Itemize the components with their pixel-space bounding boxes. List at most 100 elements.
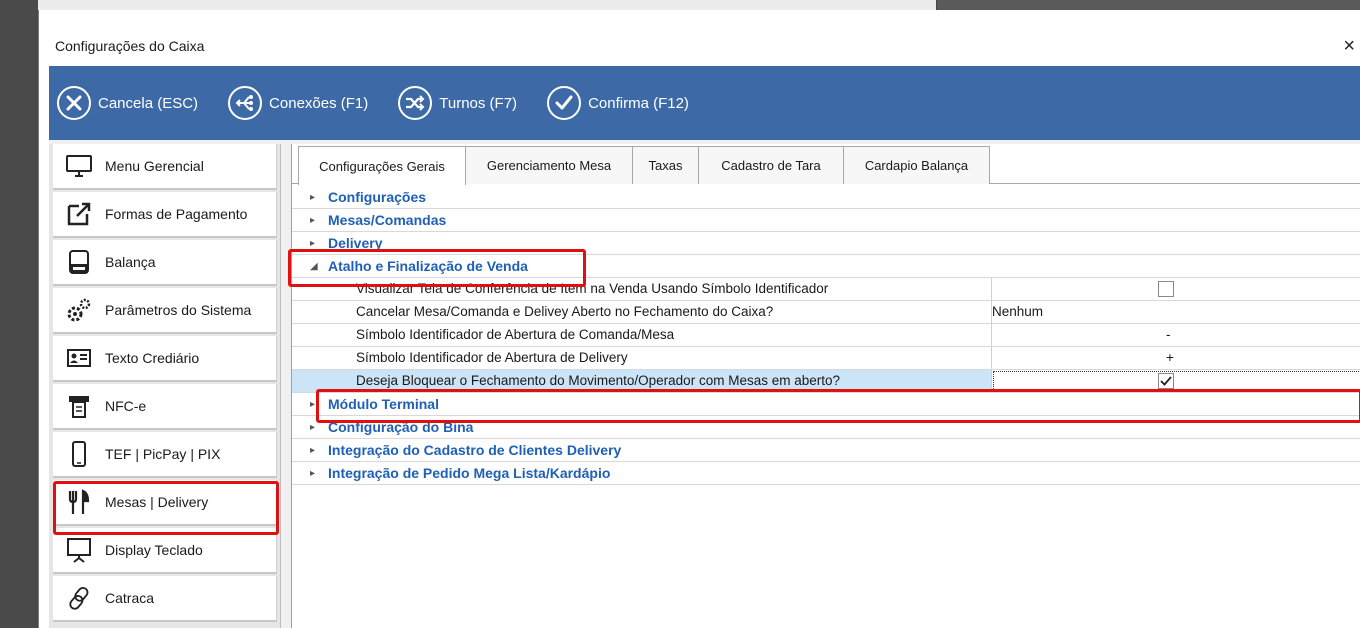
config-dialog: Configurações do Caixa × Cancela (ESC) C… bbox=[38, 10, 1360, 628]
display-icon bbox=[63, 534, 95, 566]
shifts-button[interactable]: Turnos (F7) bbox=[398, 86, 517, 120]
group-atalho-finalizacao[interactable]: ◢ Atalho e Finalização de Venda bbox=[292, 255, 1360, 278]
close-icon bbox=[57, 86, 91, 120]
sidebar-item-label: Menu Gerencial bbox=[105, 158, 204, 174]
cancel-button[interactable]: Cancela (ESC) bbox=[57, 86, 198, 120]
group-mesas-comandas[interactable]: ▸ Mesas/Comandas bbox=[292, 209, 1360, 232]
sidebar-item-menu-gerencial[interactable]: Menu Gerencial bbox=[53, 144, 277, 190]
sidebar-item-label: NFC-e bbox=[105, 398, 147, 414]
background-window bbox=[937, 0, 1360, 10]
monitor-icon bbox=[63, 150, 95, 182]
connections-icon bbox=[228, 86, 263, 120]
property-grid: ▸ Configurações ▸ Mesas/Comandas ▸ Deliv… bbox=[288, 186, 1360, 485]
group-integracao-pedido[interactable]: ▸ Integração de Pedido Mega Lista/Kardáp… bbox=[292, 462, 1360, 485]
external-link-icon bbox=[63, 198, 95, 230]
cancel-label: Cancela (ESC) bbox=[98, 94, 199, 112]
confirm-button[interactable]: Confirma (F12) bbox=[547, 86, 689, 120]
sidebar-item-label: Mesas | Delivery bbox=[105, 494, 209, 510]
gears-icon bbox=[63, 294, 95, 326]
property-name: Visualizar Tela de Conferência de Item n… bbox=[292, 278, 992, 300]
dialog-body: Menu Gerencial Formas de Pagamento Balan… bbox=[49, 140, 1360, 628]
collapsed-arrow-icon: ▸ bbox=[310, 421, 316, 433]
property-value[interactable]: + bbox=[992, 347, 1360, 369]
title-bar: Configurações do Caixa × bbox=[39, 34, 1360, 66]
property-value[interactable]: - bbox=[992, 324, 1360, 346]
group-delivery[interactable]: ▸ Delivery bbox=[292, 232, 1360, 255]
group-label: Configurações bbox=[328, 189, 427, 205]
sidebar-item-label: Parâmetros do Sistema bbox=[105, 302, 252, 318]
group-configuracoes[interactable]: ▸ Configurações bbox=[292, 186, 1360, 209]
property-row-selected[interactable]: Deseja Bloquear o Fechamento do Moviment… bbox=[292, 370, 1360, 393]
group-label: Atalho e Finalização de Venda bbox=[328, 258, 528, 274]
receipt-icon bbox=[63, 390, 95, 422]
checkmark-icon bbox=[547, 86, 582, 120]
connections-label: Conexões (F1) bbox=[269, 94, 369, 112]
group-integracao-clientes[interactable]: ▸ Integração do Cadastro de Clientes Del… bbox=[292, 439, 1360, 462]
group-configuracao-bina[interactable]: ▸ Configuração do Bina bbox=[292, 416, 1360, 439]
tab-bar: Configurações Gerais Gerenciamento Mesa … bbox=[292, 144, 1360, 185]
cutlery-icon bbox=[63, 486, 95, 518]
group-label: Integração de Pedido Mega Lista/Kardápio bbox=[328, 465, 611, 481]
id-card-icon bbox=[63, 342, 95, 374]
sidebar-item-formas-pagamento[interactable]: Formas de Pagamento bbox=[53, 192, 277, 238]
connections-button[interactable]: Conexões (F1) bbox=[228, 86, 368, 120]
group-label: Mesas/Comandas bbox=[328, 212, 447, 228]
property-row[interactable]: Visualizar Tela de Conferência de Item n… bbox=[292, 278, 1360, 301]
tab-configuracoes-gerais[interactable]: Configurações Gerais bbox=[298, 146, 466, 185]
sidebar-item-display-teclado[interactable]: Display Teclado bbox=[53, 528, 277, 574]
property-value[interactable] bbox=[992, 278, 1360, 300]
sidebar-item-label: Display Teclado bbox=[105, 542, 203, 558]
tab-cardapio-balanca[interactable]: Cardapio Balança bbox=[843, 146, 990, 184]
sidebar-item-parametros[interactable]: Parâmetros do Sistema bbox=[53, 288, 277, 334]
toolbar: Cancela (ESC) Conexões (F1) Turnos (F7) … bbox=[49, 66, 1360, 140]
sidebar-item-catraca[interactable]: Catraca bbox=[53, 576, 277, 622]
checkbox-unchecked[interactable] bbox=[1158, 281, 1174, 297]
group-label: Integração do Cadastro de Clientes Deliv… bbox=[328, 442, 622, 458]
property-name: Cancelar Mesa/Comanda e Delivey Aberto n… bbox=[292, 301, 992, 323]
sidebar-item-label: TEF | PicPay | PIX bbox=[105, 446, 221, 462]
sidebar-item-nfce[interactable]: NFC-e bbox=[53, 384, 277, 430]
tab-gerenciamento-mesa[interactable]: Gerenciamento Mesa bbox=[465, 146, 633, 184]
group-label: Configuração do Bina bbox=[328, 419, 474, 435]
sidebar-item-label: Catraca bbox=[105, 590, 155, 606]
collapsed-arrow-icon: ▸ bbox=[310, 398, 316, 410]
property-row[interactable]: Símbolo Identificador de Abertura de Com… bbox=[292, 324, 1360, 347]
sidebar-item-tef[interactable]: TEF | PicPay | PIX bbox=[53, 432, 277, 478]
smartphone-icon bbox=[63, 438, 95, 470]
checkmark-icon bbox=[1160, 376, 1172, 386]
tab-cadastro-tara[interactable]: Cadastro de Tara bbox=[698, 146, 844, 184]
group-modulo-terminal[interactable]: ▸ Módulo Terminal bbox=[292, 393, 1360, 416]
sidebar-item-mesas-delivery[interactable]: Mesas | Delivery bbox=[53, 480, 277, 526]
collapsed-arrow-icon: ▸ bbox=[310, 444, 316, 456]
confirm-label: Confirma (F12) bbox=[588, 94, 689, 112]
sidebar-item-texto-crediario[interactable]: Texto Crediário bbox=[53, 336, 277, 382]
expanded-arrow-icon: ◢ bbox=[310, 260, 318, 272]
collapsed-arrow-icon: ▸ bbox=[310, 467, 316, 479]
collapsed-arrow-icon: ▸ bbox=[310, 214, 316, 226]
background-left bbox=[0, 0, 38, 628]
sidebar-item-label: Formas de Pagamento bbox=[105, 206, 248, 222]
close-window-button[interactable]: × bbox=[1343, 34, 1355, 58]
shuffle-icon bbox=[398, 86, 433, 120]
property-value-text: - bbox=[1166, 327, 1171, 342]
tab-taxas[interactable]: Taxas bbox=[632, 146, 699, 184]
window-title: Configurações do Caixa bbox=[55, 38, 205, 54]
collapsed-arrow-icon: ▸ bbox=[310, 191, 316, 203]
sidebar: Menu Gerencial Formas de Pagamento Balan… bbox=[49, 144, 281, 628]
shifts-label: Turnos (F7) bbox=[439, 94, 518, 112]
collapsed-arrow-icon: ▸ bbox=[310, 237, 316, 249]
group-label: Delivery bbox=[328, 235, 383, 251]
property-name: Símbolo Identificador de Abertura de Com… bbox=[292, 324, 992, 346]
sidebar-item-label: Balança bbox=[105, 254, 156, 270]
scale-icon bbox=[63, 246, 95, 278]
link-icon bbox=[63, 582, 95, 614]
property-value-text: + bbox=[1166, 350, 1174, 365]
checkbox-checked[interactable] bbox=[1158, 373, 1174, 389]
property-row[interactable]: Símbolo Identificador de Abertura de Del… bbox=[292, 347, 1360, 370]
property-value[interactable] bbox=[992, 370, 1360, 392]
property-row[interactable]: Cancelar Mesa/Comanda e Delivey Aberto n… bbox=[292, 301, 1360, 324]
property-name: Deseja Bloquear o Fechamento do Moviment… bbox=[292, 370, 992, 392]
sidebar-item-label: Texto Crediário bbox=[105, 350, 200, 366]
sidebar-item-balanca[interactable]: Balança bbox=[53, 240, 277, 286]
property-value[interactable]: Nenhum bbox=[992, 301, 1360, 323]
